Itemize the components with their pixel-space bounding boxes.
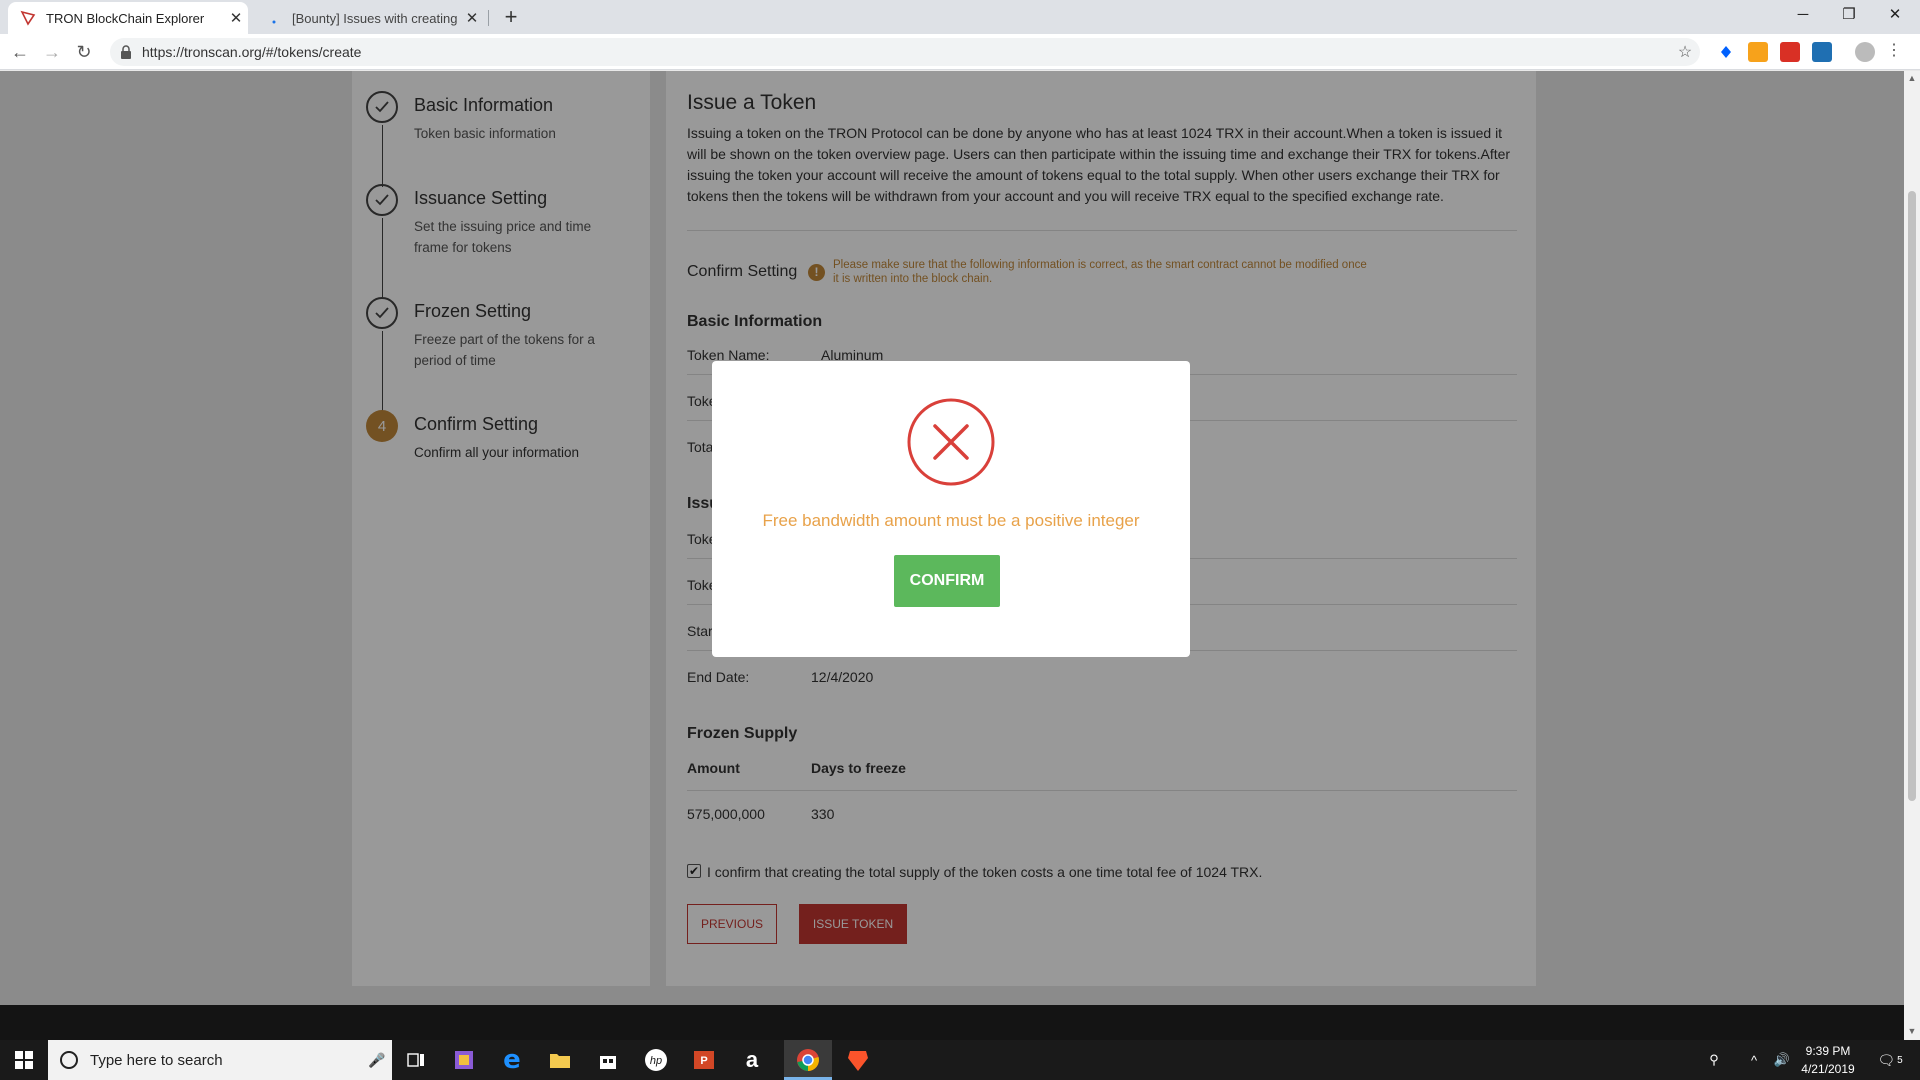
scrollbar-thumb[interactable]: [1908, 191, 1916, 801]
amazon-icon[interactable]: a: [728, 1040, 776, 1080]
cortana-icon: [60, 1051, 78, 1069]
hp-icon[interactable]: hp: [632, 1040, 680, 1080]
bookmark-star-icon[interactable]: ☆: [1670, 42, 1700, 62]
svg-text:P: P: [700, 1055, 707, 1067]
loading-favicon-icon: [266, 10, 282, 26]
back-button[interactable]: ←: [6, 38, 34, 66]
svg-text:hp: hp: [650, 1055, 662, 1067]
tab-tron-explorer[interactable]: TRON BlockChain Explorer ✕: [8, 2, 248, 34]
error-dialog: Free bandwidth amount must be a positive…: [712, 361, 1190, 657]
extension-dropbox-icon[interactable]: [1716, 42, 1736, 62]
tab-bounty-issues[interactable]: [Bounty] Issues with creating Tron ✕: [254, 2, 484, 34]
tab-title: TRON BlockChain Explorer: [46, 10, 205, 26]
extension-metamask-icon[interactable]: [1748, 42, 1768, 62]
powerpoint-icon[interactable]: P: [680, 1040, 728, 1080]
file-explorer-icon[interactable]: [536, 1040, 584, 1080]
restore-button[interactable]: ❐: [1826, 0, 1872, 30]
extension-blue-icon[interactable]: [1812, 42, 1832, 62]
profile-avatar-icon[interactable]: [1855, 42, 1875, 62]
forward-button[interactable]: →: [38, 38, 66, 66]
confirm-button[interactable]: CONFIRM: [894, 555, 1000, 607]
chrome-taskbar-icon[interactable]: [784, 1040, 832, 1080]
page-scrollbar[interactable]: ▲ ▼: [1904, 71, 1920, 1040]
store-icon[interactable]: [584, 1040, 632, 1080]
url-text: https://tronscan.org/#/tokens/create: [142, 44, 362, 60]
windows-start-icon[interactable]: [0, 1040, 48, 1080]
notification-center-icon[interactable]: 🗨 5: [1872, 1040, 1908, 1080]
taskbar-search-box[interactable]: Type here to search 🎤: [48, 1040, 392, 1080]
new-tab-button[interactable]: +: [498, 4, 524, 30]
system-clock[interactable]: 9:39 PM 4/21/2019: [1790, 1042, 1866, 1078]
scroll-down-arrow-icon[interactable]: ▼: [1904, 1026, 1920, 1036]
tab-title: [Bounty] Issues with creating Tron: [292, 10, 460, 26]
browser-menu-icon[interactable]: ⋮: [1886, 42, 1902, 62]
windows-taskbar: Type here to search 🎤 e hp P a ⚲ ^ 🔊 9:3…: [0, 1040, 1920, 1080]
search-placeholder: Type here to search: [90, 1051, 223, 1069]
tab-close-icon[interactable]: ✕: [224, 9, 248, 27]
photos-app-icon[interactable]: [440, 1040, 488, 1080]
tab-separator: [488, 10, 489, 26]
clock-date: 4/21/2019: [1801, 1062, 1855, 1076]
edge-browser-icon[interactable]: e: [488, 1040, 536, 1080]
clock-time: 9:39 PM: [1805, 1044, 1851, 1058]
task-view-icon[interactable]: [392, 1040, 440, 1080]
error-message: Free bandwidth amount must be a positive…: [762, 511, 1140, 530]
page-content: Basic Information Token basic informatio…: [0, 71, 1904, 1040]
scroll-up-arrow-icon[interactable]: ▲: [1904, 73, 1920, 83]
tray-chevron-icon[interactable]: ^: [1742, 1040, 1766, 1080]
close-window-button[interactable]: ✕: [1872, 0, 1918, 30]
extension-red-icon[interactable]: [1780, 42, 1800, 62]
browser-tab-bar: TRON BlockChain Explorer ✕ [Bounty] Issu…: [0, 0, 1920, 34]
tab-close-icon[interactable]: ✕: [460, 9, 484, 27]
brave-icon[interactable]: [834, 1040, 882, 1080]
reload-button[interactable]: ↻: [70, 38, 98, 66]
tron-favicon-icon: [20, 10, 36, 26]
browser-toolbar: ← → ↻ https://tronscan.org/#/tokens/crea…: [0, 34, 1920, 70]
error-x-icon: [906, 397, 996, 487]
microphone-icon[interactable]: 🎤: [362, 1052, 392, 1069]
address-bar[interactable]: https://tronscan.org/#/tokens/create ☆: [110, 38, 1700, 66]
people-icon[interactable]: ⚲: [1700, 1040, 1728, 1080]
notification-count: 5: [1897, 1054, 1903, 1066]
lock-icon: [120, 45, 134, 59]
minimize-button[interactable]: ─: [1780, 0, 1826, 30]
